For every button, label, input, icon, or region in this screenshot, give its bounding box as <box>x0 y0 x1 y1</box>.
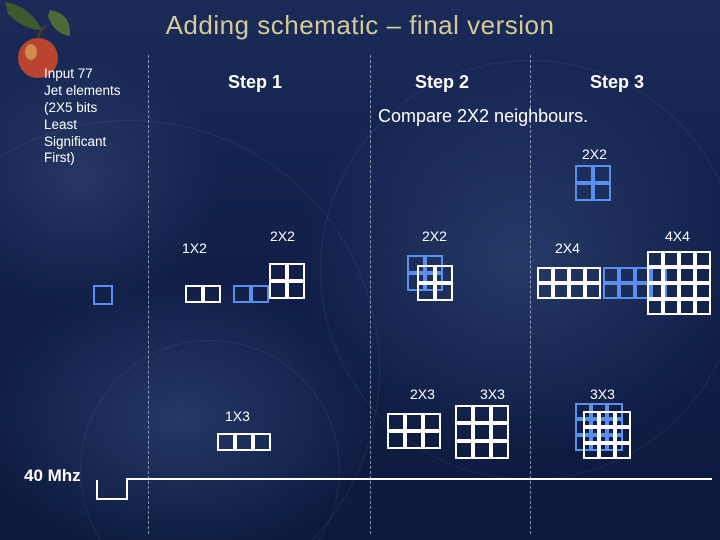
grid-s1b <box>234 286 270 304</box>
grid-b1x3 <box>218 434 272 452</box>
grid-inp1 <box>94 286 114 306</box>
grid-b3x3b <box>584 412 632 460</box>
grid-b3x3a <box>456 406 510 460</box>
step-1-label: Step 1 <box>228 72 282 93</box>
label-2x3: 2X3 <box>410 386 435 402</box>
input-description: Input 77 Jet elements (2X5 bits Least Si… <box>44 66 121 167</box>
step-3-label: Step 3 <box>590 72 644 93</box>
grid-top2x2 <box>576 166 612 202</box>
divider-step2 <box>370 55 371 534</box>
page-title: Adding schematic – final version <box>0 10 720 41</box>
label-3x3-a: 3X3 <box>480 386 505 402</box>
grid-s2b2x2 <box>418 266 454 302</box>
label-1x2: 1X2 <box>182 240 207 256</box>
step-2-label: Step 2 <box>415 72 469 93</box>
label-4x4: 4X4 <box>665 228 690 244</box>
grid-s3b4x4 <box>648 252 712 316</box>
compare-label: Compare 2X2 neighbours. <box>378 106 588 127</box>
grid-s3a2x4a <box>538 268 602 300</box>
grid-s1a <box>186 286 222 304</box>
clock-wave-icon <box>96 480 128 500</box>
grid-s2a2x2 <box>270 264 306 300</box>
divider-step1 <box>148 55 149 534</box>
label-2x2-a: 2X2 <box>270 228 295 244</box>
grid-b2x3a <box>388 414 442 450</box>
clock-label: 40 Mhz <box>24 466 81 486</box>
label-3x3-b: 3X3 <box>590 386 615 402</box>
label-2x2-top: 2X2 <box>582 146 607 162</box>
clock-line <box>160 478 712 480</box>
label-1x3: 1X3 <box>225 408 250 424</box>
label-2x4: 2X4 <box>555 240 580 256</box>
label-2x2-b: 2X2 <box>422 228 447 244</box>
